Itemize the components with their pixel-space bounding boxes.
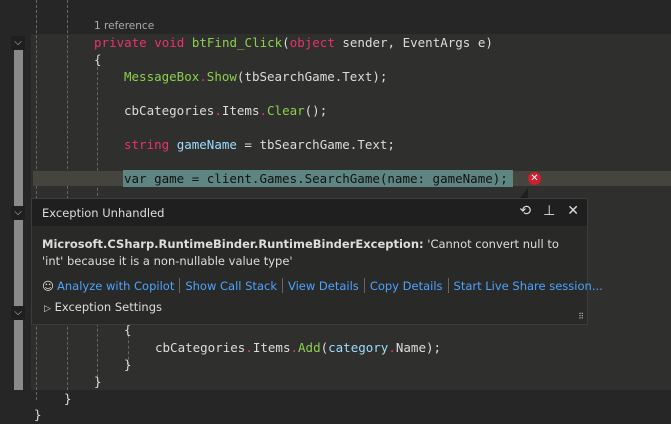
close-icon[interactable]: ✕ (567, 203, 579, 219)
code-line: { (94, 52, 102, 67)
exception-settings-toggle[interactable]: ▷ Exception Settings (44, 300, 162, 314)
change-bar (14, 50, 23, 390)
code-line: MessageBox.Show(tbSearchGame.Text); (124, 69, 388, 84)
code-line: string gameName = tbSearchGame.Text; (124, 137, 395, 152)
copy-details-link[interactable]: Copy Details (370, 279, 443, 293)
code-line: cbCategories.Items.Clear(); (124, 103, 328, 118)
error-icon[interactable]: ✕ (528, 172, 541, 185)
pin-icon[interactable]: ⊥ (543, 203, 555, 219)
resize-grip-icon[interactable]: ⠿ (578, 312, 584, 321)
code-line: private void btFind_Click(object sender,… (94, 35, 493, 50)
popup-pointer (520, 188, 528, 198)
code-line-current: var game = client.Games.SearchGame(name:… (124, 171, 508, 186)
exception-popup: Exception Unhandled ⟲ ⊥ ✕ Microsoft.CSha… (31, 198, 603, 325)
collapse-chevron-icon[interactable]: ⌵ (11, 206, 25, 220)
code-line: cbCategories.Items.Add(category.Name); (155, 340, 442, 355)
show-call-stack-link[interactable]: Show Call Stack (185, 279, 277, 293)
code-line: } (94, 374, 102, 389)
history-icon[interactable]: ⟲ (519, 203, 531, 219)
code-line: } (34, 407, 42, 422)
collapse-chevron-icon[interactable]: ⌵ (11, 306, 25, 320)
analyze-copilot-link[interactable]: Analyze with Copilot (57, 279, 174, 293)
view-details-link[interactable]: View Details (288, 279, 359, 293)
popup-header: Exception Unhandled ⟲ ⊥ ✕ (32, 199, 587, 226)
popup-title: Exception Unhandled (42, 206, 165, 220)
codelens-references[interactable]: 1 reference (94, 20, 154, 32)
code-line: } (64, 391, 72, 406)
exception-message: Microsoft.CSharp.RuntimeBinder.RuntimeBi… (42, 237, 559, 268)
expand-triangle-icon: ▷ (44, 304, 51, 314)
live-share-link[interactable]: Start Live Share session... (454, 279, 603, 293)
code-line: } (124, 357, 132, 372)
collapse-chevron-icon[interactable]: ⌵ (11, 36, 25, 50)
copilot-icon: ☺ (42, 278, 54, 293)
